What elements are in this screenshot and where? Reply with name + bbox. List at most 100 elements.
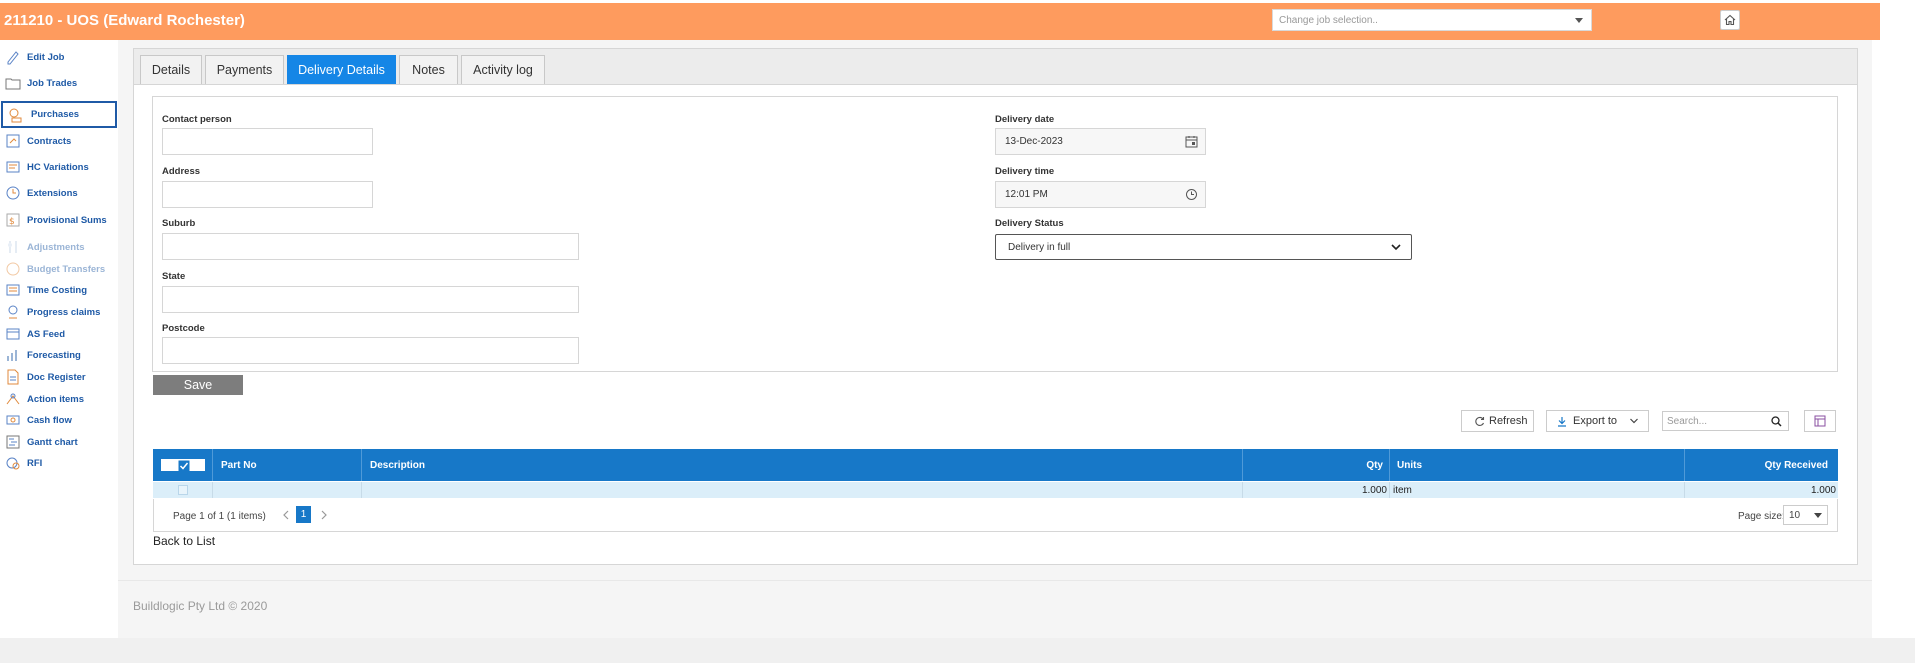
home-button[interactable] [1720,10,1740,30]
page-size-label: Page size: [1738,511,1785,522]
sidebar-item-progress-claims[interactable]: Progress claims [0,301,116,323]
delivery-status-label: Delivery Status [995,218,1064,229]
budget-icon [6,262,20,276]
tab-payments[interactable]: Payments [205,55,284,84]
sidebar-item-provisional-sums[interactable]: $ Provisional Sums [0,209,116,231]
sidebar-item-purchases[interactable]: Purchases [1,101,117,128]
document-icon [7,369,19,385]
chevron-left-icon[interactable] [282,510,290,520]
tab-delivery-details[interactable]: Delivery Details [287,55,396,84]
cell-part-no [213,482,362,498]
sidebar-item-label: Extensions [27,187,78,199]
delivery-status-select[interactable]: Delivery in full [995,234,1412,260]
progress-icon [8,305,18,319]
delivery-time-field[interactable]: 12:01 PM [995,181,1206,208]
chevron-down-icon [1575,18,1583,23]
column-description[interactable]: Description [362,449,1243,481]
cell-units: item [1390,482,1685,498]
grid-pager: Page 1 of 1 (1 items) 1 Page size: 10 [153,499,1838,532]
row-checkbox[interactable] [177,485,188,495]
sidebar-item-rfi[interactable]: RFI [0,452,116,474]
cell-qty: 1.000 [1243,482,1390,498]
sidebar-item-action-items[interactable]: Action items [0,388,116,410]
contract-icon [6,134,20,148]
sidebar-item-doc-register[interactable]: Doc Register [0,366,116,388]
search-icon[interactable] [1771,416,1782,427]
column-qty[interactable]: Qty [1243,449,1390,481]
sidebar-item-cash-flow[interactable]: Cash flow [0,409,116,431]
sidebar-item-forecasting[interactable]: Forecasting [0,344,116,366]
select-all-cell [153,449,213,481]
sidebar-item-extensions[interactable]: Extensions [0,182,116,204]
cashflow-icon [6,415,20,425]
address-field[interactable] [162,181,373,208]
variations-icon [6,161,20,173]
tab-details[interactable]: Details [140,55,202,84]
sidebar-item-as-feed[interactable]: AS Feed [0,323,116,345]
suburb-field[interactable] [162,233,579,260]
sidebar-item-adjustments[interactable]: Adjustments [0,236,116,258]
sidebar-item-time-costing[interactable]: Time Costing [0,279,116,301]
row-select-cell [153,482,213,498]
sidebar-item-label: Gantt chart [27,436,78,448]
column-chooser-button[interactable] [1804,410,1836,432]
state-label: State [162,271,186,282]
grid-search-input[interactable]: Search... [1662,411,1789,431]
table-row[interactable]: 1.000 item 1.000 [153,482,1838,498]
tab-activity-log[interactable]: Activity log [461,55,545,84]
sidebar-item-label: Forecasting [27,349,81,361]
calendar-icon[interactable] [1185,135,1198,148]
tab-notes[interactable]: Notes [399,55,458,84]
contact-person-field[interactable] [162,128,373,155]
export-button[interactable]: Export to [1546,410,1649,432]
sidebar-item-label: Edit Job [27,51,65,63]
delivery-status-value: Delivery in full [1008,242,1071,253]
column-qty-received[interactable]: Qty Received [1685,449,1838,481]
page-number-button[interactable]: 1 [296,506,311,523]
sidebar-item-label: Progress claims [27,306,101,318]
top-bar: 211210 - UOS (Edward Rochester) Change j… [0,3,1880,40]
column-part-no[interactable]: Part No [213,449,362,481]
delivery-date-value: 13-Dec-2023 [1005,136,1063,147]
sidebar-item-job-trades[interactable]: Job Trades [0,72,116,94]
refresh-label: Refresh [1489,415,1528,427]
provisional-icon: $ [6,213,20,227]
chevron-right-icon[interactable] [320,510,328,520]
state-field[interactable] [162,286,579,313]
check-icon [178,460,189,472]
column-units[interactable]: Units [1390,449,1685,481]
sidebar-item-label: Contracts [27,135,72,147]
chevron-down-icon [1391,244,1401,251]
job-select-dropdown[interactable]: Change job selection.. [1272,9,1592,31]
sidebar-item-contracts[interactable]: Contracts [0,130,116,152]
extensions-icon [6,186,20,200]
select-all-checkbox[interactable] [160,459,205,472]
sidebar-item-label: RFI [27,457,43,469]
bottom-strip [0,638,1915,663]
sidebar-item-hc-variations[interactable]: HC Variations [0,156,116,178]
gantt-icon [6,435,20,449]
forecast-icon [7,350,17,361]
back-to-list-link[interactable]: Back to List [153,534,215,548]
refresh-icon [1475,416,1485,426]
postcode-field[interactable] [162,337,579,364]
clock-icon[interactable] [1185,188,1198,201]
download-icon [1558,416,1566,427]
delivery-date-field[interactable]: 13-Dec-2023 [995,128,1206,155]
sidebar-item-gantt-chart[interactable]: Gantt chart [0,431,116,453]
feed-icon [6,328,20,340]
tab-bar: Details Payments Delivery Details Notes … [134,49,1857,85]
chevron-down-icon [1630,418,1638,424]
grid-header: Part No Description Qty Units Qty Receiv… [153,449,1838,481]
adjustments-icon [8,241,17,253]
svg-text:$: $ [9,217,15,227]
save-button[interactable]: Save [153,375,243,395]
refresh-button[interactable]: Refresh [1461,410,1534,432]
sidebar-item-label: AS Feed [27,328,66,340]
cell-qty-received: 1.000 [1810,484,1836,496]
caret-down-icon [1814,513,1822,518]
pager-summary: Page 1 of 1 (1 items) [173,511,266,522]
sidebar-item-budget-transfers[interactable]: Budget Transfers [0,258,116,280]
page-size-select[interactable]: 10 [1783,505,1828,525]
sidebar-item-edit-job[interactable]: Edit Job [0,46,116,68]
